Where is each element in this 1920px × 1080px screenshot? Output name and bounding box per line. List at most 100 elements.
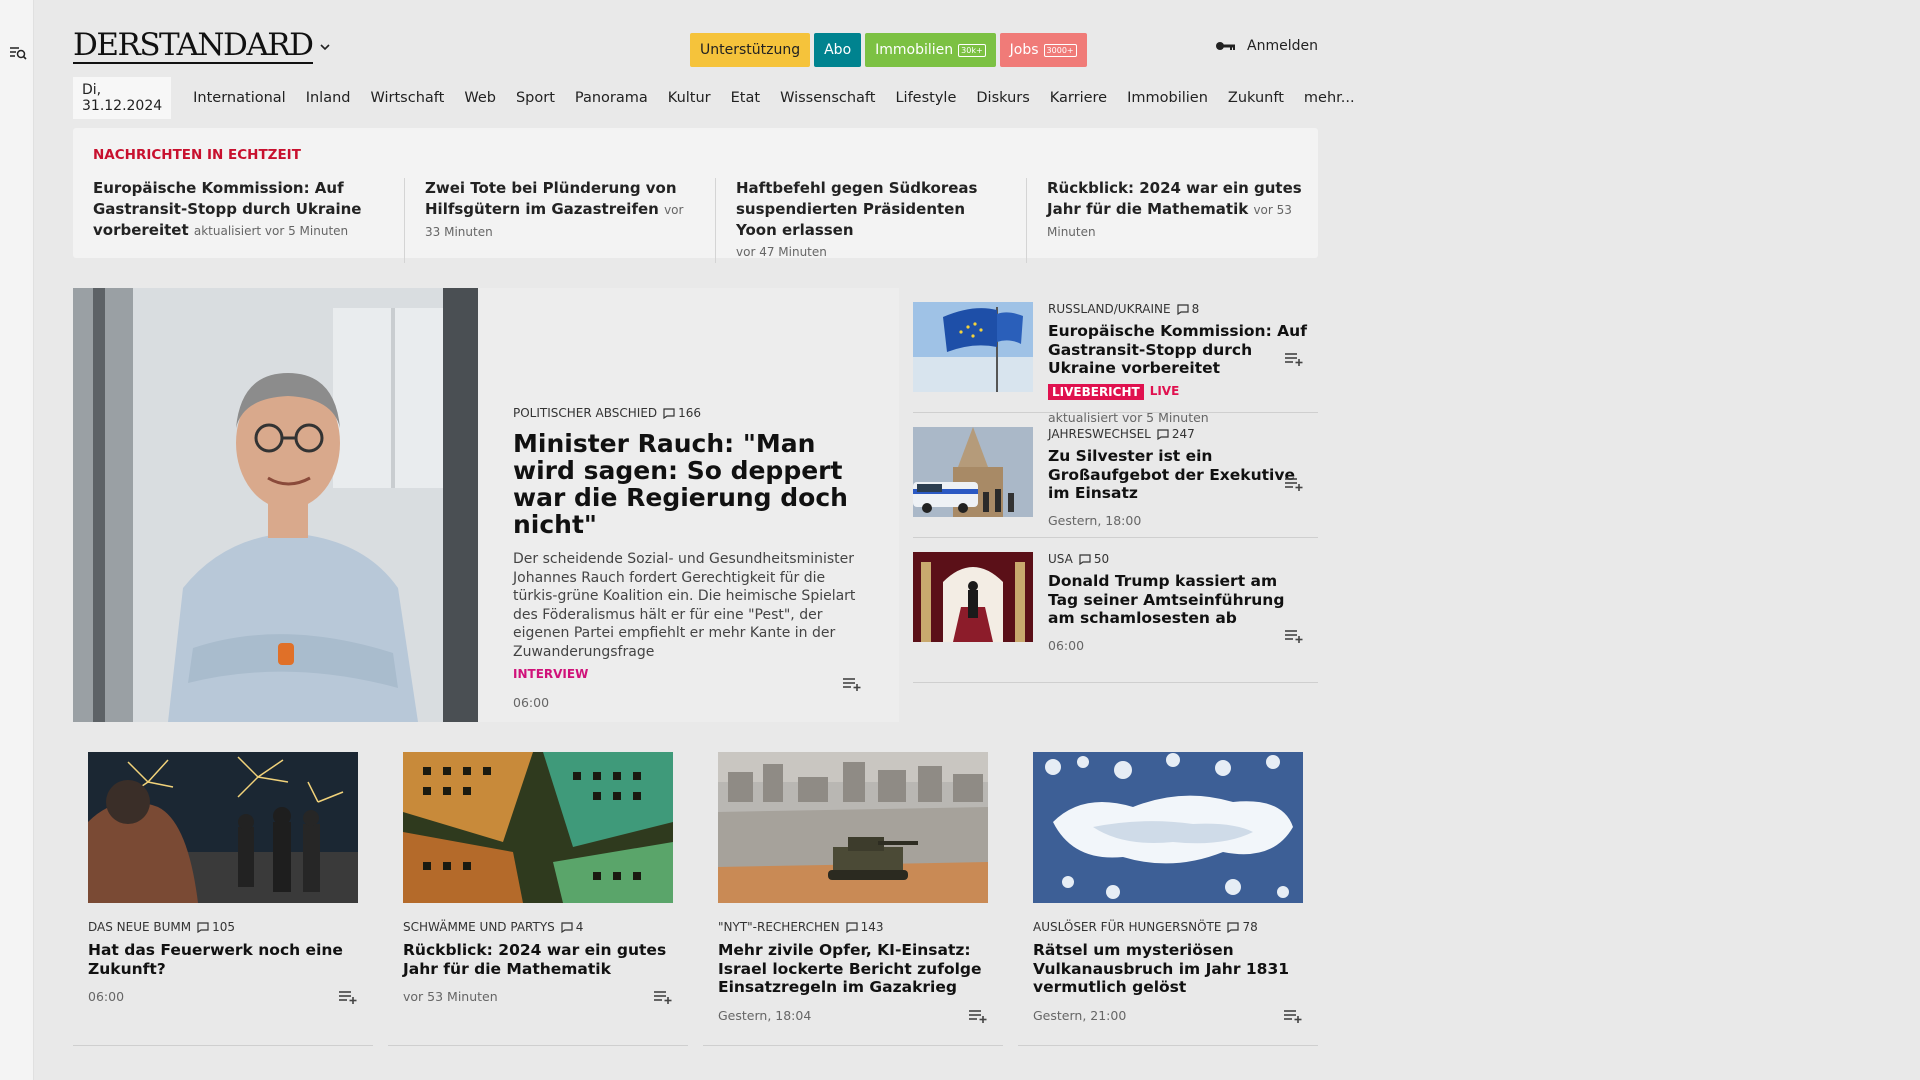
grid-article[interactable]: SCHWÄMME UND PARTYS 4 Rückblick: 2024 wa… — [388, 752, 688, 1046]
side-article[interactable]: USA 50 Donald Trump kassiert am Tag sein… — [913, 538, 1318, 683]
article-image[interactable] — [1033, 752, 1303, 903]
search-menu-icon[interactable] — [9, 44, 27, 62]
add-to-list-icon[interactable] — [1284, 476, 1304, 492]
login-label: Anmelden — [1247, 38, 1318, 54]
add-to-list-icon[interactable] — [968, 1008, 988, 1024]
side-article[interactable]: RUSSLAND/UKRAINE 8 Europäische Kommissio… — [913, 288, 1318, 425]
article-image[interactable] — [718, 752, 988, 903]
kicker-label: SCHWÄMME UND PARTYS — [403, 920, 555, 934]
pill-jobs[interactable]: Jobs 3000+ — [999, 33, 1087, 67]
comment-count[interactable]: 105 — [197, 920, 235, 934]
grid-article[interactable]: AUSLÖSER FÜR HUNGERSNÖTE 78 Rätsel um my… — [1018, 752, 1318, 1046]
pill-unterstuetzung[interactable]: Unterstützung — [690, 33, 811, 67]
site-header: DERSTANDARD Unterstützung Abo Immobilien… — [73, 0, 1355, 119]
grid-article-title[interactable]: Rätsel um mysteriösen Vulkanausbruch im … — [1033, 941, 1303, 997]
ticker-item[interactable]: Haftbefehl gegen Südkoreas suspen­dierte… — [715, 178, 1026, 263]
grid-article-title[interactable]: Hat das Feuerwerk noch eine Zukunft? — [88, 941, 358, 978]
ticker-item[interactable]: Zwei Tote bei Plünderung von Hilfsgü­ter… — [404, 178, 715, 263]
side-article-body: USA 50 Donald Trump kassiert am Tag sein… — [1048, 552, 1308, 653]
comment-count[interactable]: 8 — [1177, 302, 1199, 316]
hero-article[interactable]: POLITISCHER ABSCHIED 166 Minister Rauch:… — [73, 288, 899, 722]
side-article-title[interactable]: Donald Trump kassiert am Tag seiner Amts… — [1048, 572, 1308, 628]
ticker-item[interactable]: Europäische Kommission: Auf Gas­transit-… — [93, 178, 404, 263]
add-to-list-icon[interactable] — [338, 989, 358, 1005]
article-image[interactable] — [88, 752, 358, 903]
hero-title[interactable]: Minister Rauch: "Man wird sagen: So depp… — [513, 430, 873, 538]
key-icon — [1216, 42, 1236, 50]
comment-count-value: 105 — [212, 920, 236, 934]
nav-item-lifestyle[interactable]: Lifestyle — [885, 90, 966, 106]
hero-image[interactable] — [73, 288, 478, 722]
article-kicker: POLITISCHER ABSCHIED 166 — [513, 406, 873, 420]
grid-article[interactable]: DAS NEUE BUMM 105 Hat das Feuerwerk noch… — [73, 752, 373, 1046]
comment-icon — [846, 921, 858, 933]
site-logo[interactable]: DERSTANDARD — [73, 28, 314, 64]
article-image[interactable] — [913, 302, 1033, 392]
pill-immobilien[interactable]: Immobilien 30k+ — [865, 33, 996, 67]
nav-item-etat[interactable]: Etat — [721, 90, 770, 106]
comment-icon — [663, 407, 675, 419]
grid-article-body: DAS NEUE BUMM 105 Hat das Feuerwerk noch… — [88, 920, 358, 1004]
nav-item-mehr[interactable]: mehr... — [1294, 90, 1365, 106]
grid-article-body: SCHWÄMME UND PARTYS 4 Rückblick: 2024 wa… — [403, 920, 673, 1004]
nav-item-web[interactable]: Web — [454, 90, 506, 106]
add-to-list-icon[interactable] — [842, 676, 862, 692]
comment-icon — [1079, 553, 1091, 565]
pill-label: Abo — [824, 42, 852, 58]
comment-count[interactable]: 4 — [561, 920, 584, 934]
side-article-title[interactable]: Europäische Kommission: Auf Gastransit-S… — [1048, 322, 1308, 378]
article-time: 06:00 — [513, 695, 550, 710]
comment-count[interactable]: 50 — [1079, 552, 1109, 566]
add-to-list-icon[interactable] — [653, 989, 673, 1005]
article-time: Gestern, 18:04 — [718, 1007, 812, 1023]
ticker-item-time: aktualisiert vor 5 Minuten — [193, 224, 349, 238]
article-image[interactable] — [913, 427, 1033, 517]
grid-article-title[interactable]: Mehr zivile Opfer, KI-Einsatz: Israel lo… — [718, 941, 988, 997]
nav-item-inland[interactable]: Inland — [296, 90, 361, 106]
nav-item-sport[interactable]: Sport — [506, 90, 565, 106]
nav-item-wirtschaft[interactable]: Wirtschaft — [360, 90, 454, 106]
login-button[interactable]: Anmelden — [1215, 38, 1318, 54]
grid-article-title[interactable]: Rückblick: 2024 war ein gutes Jahr für d… — [403, 941, 673, 978]
nav-item-panorama[interactable]: Panorama — [565, 90, 658, 106]
add-to-list-icon[interactable] — [1283, 1008, 1303, 1024]
kicker-label: DAS NEUE BUMM — [88, 920, 192, 934]
comment-count-value: 143 — [860, 920, 884, 934]
side-article-title[interactable]: Zu Silvester ist ein Großaufgebot der Ex… — [1048, 447, 1308, 503]
nav-item-wissenschaft[interactable]: Wissenschaft — [770, 90, 885, 106]
nav-item-diskurs[interactable]: Diskurs — [966, 90, 1039, 106]
side-article[interactable]: JAHRESWECHSEL 247 Zu Silvester ist ein G… — [913, 413, 1318, 538]
comment-icon — [1157, 428, 1169, 440]
nav-item-international[interactable]: International — [183, 90, 296, 106]
current-date: Di, 31.12.2024 — [73, 77, 172, 119]
comment-count[interactable]: 166 — [663, 406, 701, 420]
comment-count[interactable]: 78 — [1227, 920, 1258, 934]
article-time: Gestern, 21:00 — [1033, 1007, 1127, 1023]
ticker-title: NACHRICHTEN IN ECHTZEIT — [93, 147, 301, 163]
side-article-body: RUSSLAND/UKRAINE 8 Europäische Kommissio… — [1048, 302, 1308, 425]
article-image[interactable] — [403, 752, 673, 903]
nav-item-immobilien[interactable]: Immobilien — [1117, 90, 1218, 106]
kicker-label: AUSLÖSER FÜR HUNGERSNÖTE — [1033, 920, 1222, 934]
comment-count[interactable]: 247 — [1157, 427, 1195, 441]
article-kicker: SCHWÄMME UND PARTYS 4 — [403, 920, 673, 934]
comment-icon — [1177, 303, 1189, 315]
live-label: LIVE — [1149, 383, 1180, 398]
pill-abo[interactable]: Abo — [814, 33, 862, 67]
grid-article[interactable]: "NYT"-RECHERCHEN 143 Mehr zivile Opfer, … — [703, 752, 1003, 1046]
ticker-item[interactable]: Rückblick: 2024 war ein gutes Jahr für d… — [1026, 178, 1337, 263]
comment-count-value: 4 — [575, 920, 584, 934]
comment-count-value: 166 — [678, 406, 702, 420]
chevron-down-icon[interactable] — [318, 40, 332, 54]
ticker-item-title: Haftbefehl gegen Südkoreas suspen­dierte… — [736, 179, 978, 239]
news-ticker: NACHRICHTEN IN ECHTZEIT Europäische Komm… — [73, 128, 1318, 263]
nav-item-kultur[interactable]: Kultur — [658, 90, 721, 106]
comment-count[interactable]: 143 — [846, 920, 884, 934]
article-kicker: JAHRESWECHSEL 247 — [1048, 427, 1308, 441]
live-badge: LIVEBERICHT — [1048, 383, 1144, 400]
nav-item-zukunft[interactable]: Zukunft — [1218, 90, 1294, 106]
add-to-list-icon[interactable] — [1284, 628, 1304, 644]
article-image[interactable] — [913, 552, 1033, 642]
add-to-list-icon[interactable] — [1284, 351, 1304, 367]
nav-item-karriere[interactable]: Karriere — [1040, 90, 1117, 106]
